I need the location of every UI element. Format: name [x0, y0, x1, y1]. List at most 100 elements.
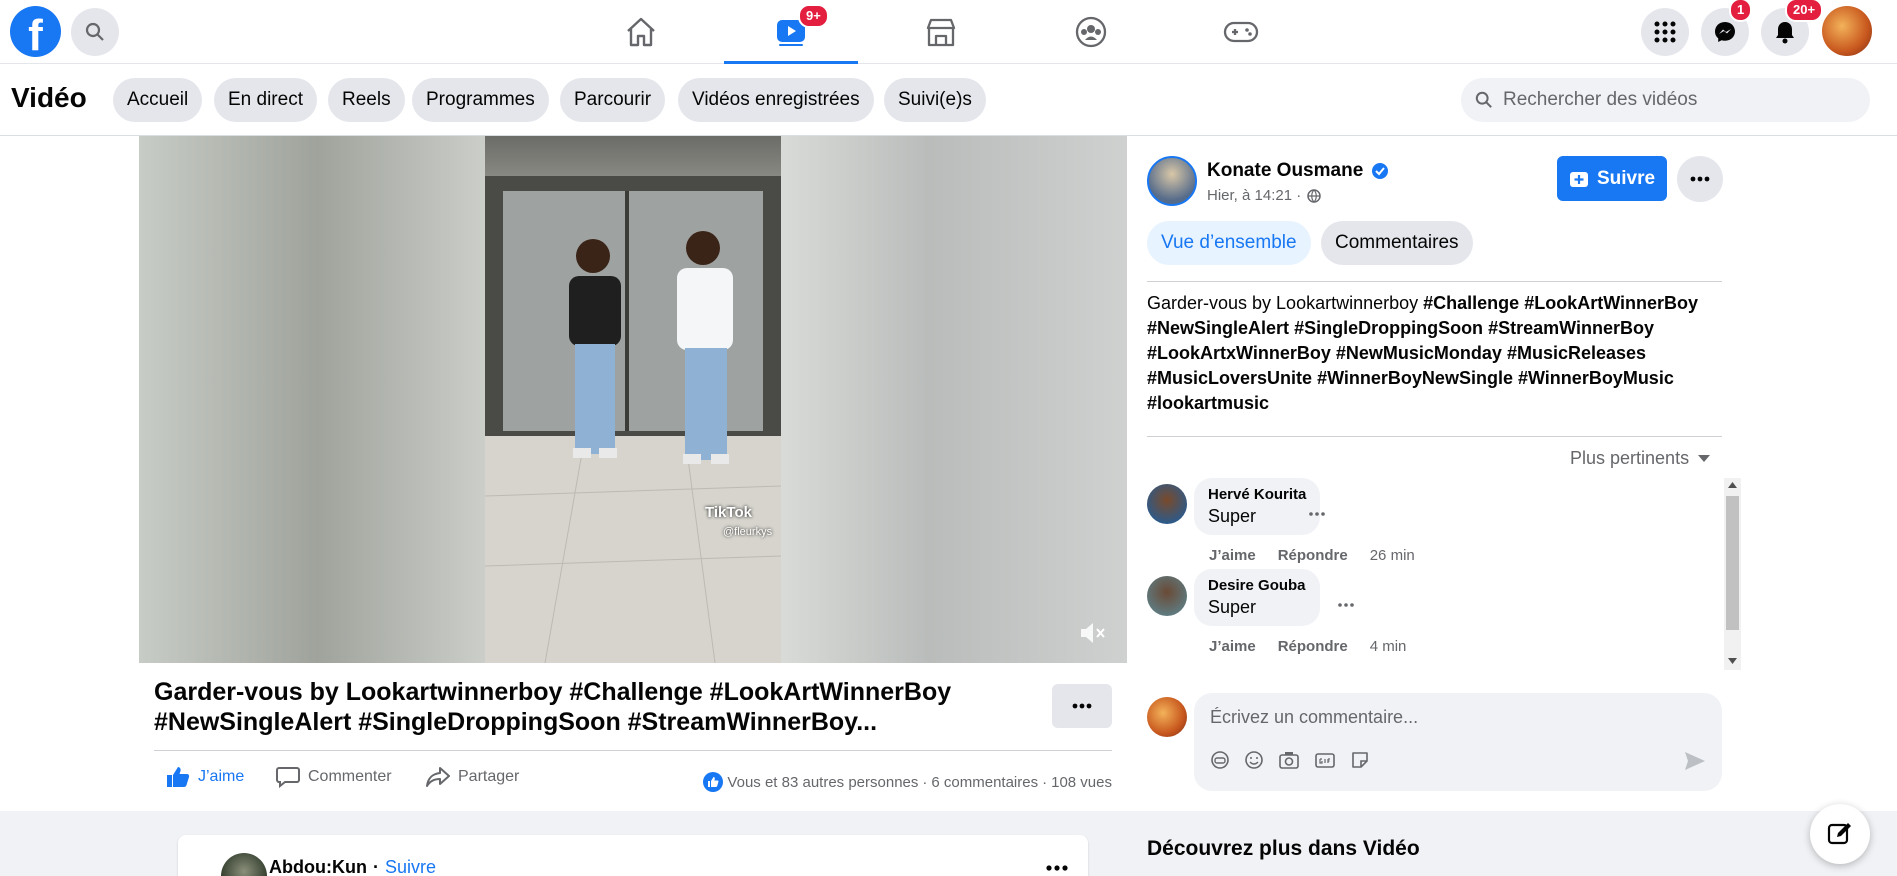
share-button[interactable]: Partager	[426, 766, 519, 788]
mute-toggle[interactable]	[1077, 618, 1107, 648]
top-navigation-bar: f 9+ 1 20+	[0, 0, 1897, 64]
reactions-text[interactable]: Vous et 83 autres personnes	[727, 774, 918, 791]
post-timestamp[interactable]: Hier, à 14:21 ·	[1207, 187, 1301, 204]
camera-icon[interactable]	[1278, 750, 1300, 770]
menu-button[interactable]	[1641, 8, 1689, 56]
panel-divider	[1147, 281, 1722, 282]
comment-text: Super	[1208, 597, 1257, 617]
comments-list: Hervé Kourita Super J’aime Répondre 26 m…	[1147, 478, 1742, 670]
comment-composer[interactable]: Écrivez un commentaire...	[1194, 693, 1722, 791]
author-name[interactable]: Konate Ousmane	[1207, 160, 1389, 182]
chip-programmes[interactable]: Programmes	[412, 78, 549, 122]
chip-en-direct[interactable]: En direct	[214, 78, 317, 122]
next-follow-link[interactable]: Suivre	[385, 857, 436, 876]
nav-tab-marketplace[interactable]	[874, 0, 1008, 64]
composer-tools	[1210, 750, 1370, 770]
nav-tab-home[interactable]	[574, 0, 708, 64]
new-message-button[interactable]	[1810, 804, 1870, 864]
nav-tab-groups[interactable]	[1024, 0, 1158, 64]
next-author-separator: ·	[372, 857, 379, 876]
scrollbar-thumb[interactable]	[1726, 496, 1739, 630]
more-horizontal-icon[interactable]	[1046, 865, 1068, 871]
like-reaction-icon	[703, 772, 724, 792]
comment-reply-link[interactable]: Répondre	[1278, 638, 1348, 655]
notifications-button[interactable]: 20+	[1761, 0, 1824, 56]
comment-bubble: Desire Gouba Super	[1194, 569, 1320, 626]
hashtag[interactable]: #MusicLoversUnite	[1147, 368, 1312, 388]
hashtag[interactable]: #WinnerBoyMusic	[1518, 368, 1674, 388]
nav-tab-gaming[interactable]	[1174, 0, 1308, 64]
emoji-icon[interactable]	[1244, 750, 1264, 770]
hashtag[interactable]: #lookartmusic	[1147, 393, 1269, 413]
chip-parcourir[interactable]: Parcourir	[560, 78, 666, 122]
tab-overview[interactable]: Vue d’ensemble	[1147, 221, 1311, 265]
follow-label: Suivre	[1596, 167, 1656, 189]
search-button[interactable]	[71, 8, 119, 56]
follow-button[interactable]: Suivre	[1557, 156, 1667, 201]
video-frame: TikTok @fleurkys	[485, 136, 781, 663]
nav-tab-video[interactable]: 9+	[724, 0, 858, 64]
send-icon[interactable]	[1684, 751, 1706, 771]
hashtag[interactable]: #LookArtxWinnerBoy	[1147, 343, 1331, 363]
gif-icon[interactable]	[1314, 750, 1336, 770]
sticker-icon[interactable]	[1350, 750, 1370, 770]
messenger-button[interactable]: 1	[1701, 0, 1753, 56]
tiktok-handle: @fleurkys	[723, 526, 773, 538]
share-arrow-icon	[426, 767, 450, 787]
commenter-name[interactable]: Desire Gouba	[1208, 577, 1306, 594]
account-avatar[interactable]	[1822, 6, 1872, 56]
commenter-name[interactable]: Hervé Kourita	[1208, 486, 1306, 503]
page-title: Vidéo	[11, 82, 87, 113]
chip-reels[interactable]: Reels	[328, 78, 405, 122]
chip-videos-enregistrees[interactable]: Vidéos enregistrées	[678, 78, 874, 122]
video-more-button[interactable]	[1052, 684, 1112, 728]
author-avatar[interactable]	[1147, 156, 1197, 206]
facebook-logo[interactable]: f	[10, 6, 61, 57]
video-player[interactable]: TikTok @fleurkys	[139, 136, 1127, 663]
video-search-placeholder: Rechercher des vidéos	[1503, 89, 1698, 110]
next-author-name[interactable]: Abdou:Kun	[269, 857, 367, 876]
comment-time[interactable]: 4 min	[1370, 638, 1407, 655]
chip-accueil[interactable]: Accueil	[113, 78, 203, 122]
stats-separator: ·	[1042, 773, 1048, 791]
description-text: Garder-vous by Lookartwinnerboy	[1147, 293, 1424, 313]
speaker-muted-icon	[1081, 623, 1105, 643]
verified-badge-icon	[1372, 163, 1389, 179]
tab-comments[interactable]: Commentaires	[1321, 221, 1473, 265]
hashtag[interactable]: #NewMusicMonday	[1336, 343, 1502, 363]
comment-time[interactable]: 26 min	[1370, 547, 1415, 564]
search-icon	[85, 22, 104, 41]
scroll-down-arrow-icon[interactable]	[1728, 658, 1737, 664]
comment-options-icon[interactable]	[1338, 603, 1354, 607]
comment-like-link[interactable]: J’aime	[1209, 547, 1256, 564]
avatar-sticker-icon[interactable]	[1210, 750, 1230, 770]
hashtag[interactable]: #MusicReleases	[1507, 343, 1646, 363]
hashtag[interactable]: #SingleDroppingSoon	[1294, 318, 1483, 338]
discover-heading: Découvrez plus dans Vidéo	[1147, 837, 1420, 860]
like-button[interactable]: J’aime	[166, 766, 244, 788]
hashtag[interactable]: #NewSingleAlert	[1147, 318, 1289, 338]
gamepad-icon	[1223, 21, 1259, 43]
my-avatar[interactable]	[1147, 697, 1187, 737]
post-description: Garder-vous by Lookartwinnerboy #Challen…	[1147, 291, 1707, 416]
video-search-input[interactable]: Rechercher des vidéos	[1461, 78, 1870, 122]
commenter-avatar[interactable]	[1147, 576, 1187, 616]
comment-sort-dropdown[interactable]: Plus pertinents	[1570, 448, 1711, 469]
comment-options-icon[interactable]	[1309, 512, 1325, 516]
video-badge: 9+	[798, 4, 829, 28]
more-horizontal-icon	[1072, 703, 1092, 709]
comments-count[interactable]: 6 commentaires	[931, 774, 1038, 791]
comment-reply-link[interactable]: Répondre	[1278, 547, 1348, 564]
hashtag[interactable]: #Challenge	[1423, 293, 1519, 313]
comment-button[interactable]: Commenter	[276, 766, 392, 788]
hashtag[interactable]: #LookArtWinnerBoy	[1524, 293, 1698, 313]
hashtag[interactable]: #StreamWinnerBoy	[1488, 318, 1654, 338]
next-author-avatar[interactable]	[221, 853, 267, 876]
scroll-up-arrow-icon[interactable]	[1728, 482, 1737, 488]
hashtag[interactable]: #WinnerBoyNewSingle	[1317, 368, 1513, 388]
chip-suivis[interactable]: Suivi(e)s	[884, 78, 986, 122]
comment-like-link[interactable]: J’aime	[1209, 638, 1256, 655]
commenter-avatar[interactable]	[1147, 484, 1187, 524]
comments-scrollbar[interactable]	[1724, 478, 1741, 670]
panel-more-button[interactable]	[1677, 156, 1723, 202]
